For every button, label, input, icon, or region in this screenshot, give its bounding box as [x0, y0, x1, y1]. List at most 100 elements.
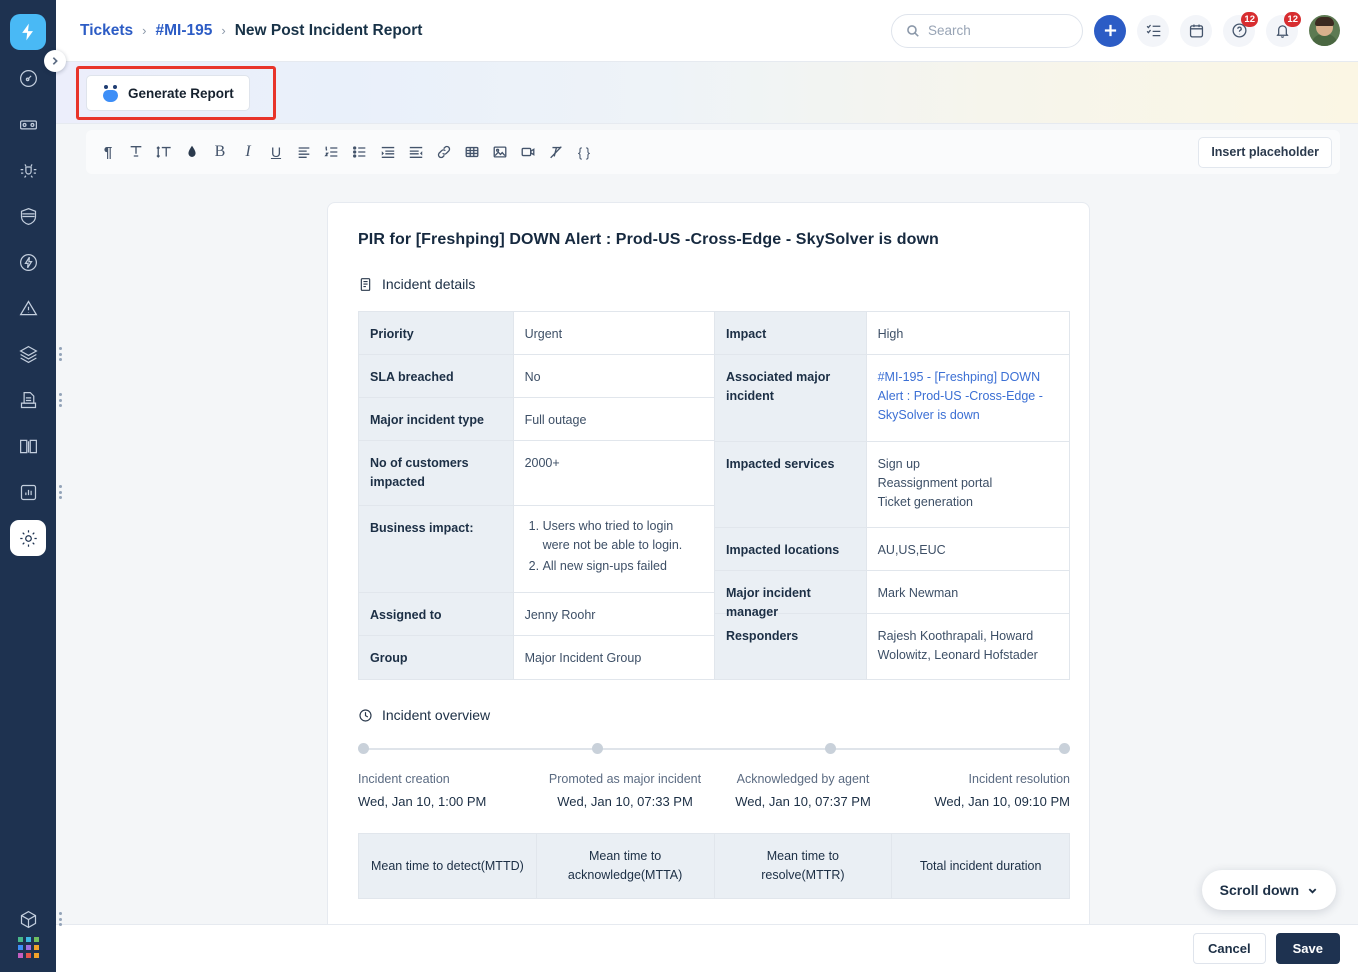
- sidebar-item-problems[interactable]: [10, 152, 46, 188]
- sidebar-item-menu-contracts[interactable]: [59, 393, 62, 407]
- outdent-button[interactable]: [402, 137, 430, 167]
- sidebar-item-menu-assets[interactable]: [59, 347, 62, 361]
- document-scroll-area[interactable]: PIR for [Freshping] DOWN Alert : Prod-US…: [56, 180, 1358, 972]
- timeline-labels: Incident creation Wed, Jan 10, 1:00 PM P…: [358, 772, 1070, 809]
- paragraph-style-button[interactable]: ¶: [94, 137, 122, 167]
- video-icon: [521, 147, 535, 157]
- timeline-event-time: Wed, Jan 10, 07:33 PM: [557, 794, 693, 809]
- font-family-icon: [130, 146, 142, 157]
- breadcrumb-separator: ›: [221, 23, 226, 38]
- avatar-hair: [1315, 17, 1334, 26]
- text-color-icon: [188, 145, 196, 157]
- metrics-header: Mean time to detect(MTTD): [359, 834, 537, 898]
- breadcrumb-tickets[interactable]: Tickets: [80, 22, 133, 40]
- add-new-button[interactable]: [1094, 14, 1126, 47]
- indent-button[interactable]: [374, 137, 402, 167]
- app-logo[interactable]: [10, 14, 46, 50]
- table-cell-value: AU,US,EUC: [866, 528, 1069, 571]
- sidebar-item-contracts[interactable]: [10, 382, 62, 418]
- shield-icon: [20, 207, 36, 225]
- underline-button[interactable]: U: [262, 137, 290, 167]
- ordered-list-icon: [324, 146, 338, 157]
- table-cell-value: Full outage: [513, 398, 714, 441]
- calendar-button[interactable]: [1180, 14, 1212, 47]
- incident-timeline: Incident creation Wed, Jan 10, 1:00 PM P…: [358, 743, 1070, 809]
- sidebar-item-tickets[interactable]: [10, 106, 46, 142]
- ticket-icon: [19, 119, 37, 129]
- bold-button[interactable]: B: [206, 137, 234, 167]
- sidebar-item-releases[interactable]: [10, 244, 46, 280]
- notifications-button[interactable]: 12: [1266, 11, 1301, 47]
- bolt-logo-icon: [22, 23, 33, 41]
- document-icon: [360, 277, 371, 291]
- text-color-button[interactable]: [178, 137, 206, 167]
- generate-report-button[interactable]: Generate Report: [86, 75, 250, 111]
- bullet-list-button[interactable]: [346, 137, 374, 167]
- help-badge: 12: [1241, 11, 1258, 27]
- notifications-badge: 12: [1284, 11, 1301, 27]
- breadcrumb-ticket-id[interactable]: #MI-195: [155, 22, 212, 40]
- sidebar-item-menu-analytics[interactable]: [59, 485, 62, 499]
- sidebar-item-solutions[interactable]: [10, 428, 46, 464]
- associated-incident-link[interactable]: #MI-195 - [Freshping] DOWN Alert : Prod-…: [878, 368, 1058, 425]
- help-button[interactable]: 12: [1223, 11, 1258, 47]
- insert-table-button[interactable]: [458, 137, 486, 167]
- search-box[interactable]: [891, 13, 1083, 48]
- section-label: Incident details: [382, 276, 476, 292]
- sidebar-item-marketplace[interactable]: [10, 901, 62, 937]
- metrics-header: Mean time to resolve(MTTR): [715, 834, 893, 898]
- italic-button[interactable]: I: [234, 137, 262, 167]
- sidebar-item-menu-marketplace[interactable]: [59, 912, 62, 926]
- align-left-button[interactable]: [290, 137, 318, 167]
- timeline-event-time: Wed, Jan 10, 07:37 PM: [735, 794, 871, 809]
- section-header-incident-details: Incident details: [358, 276, 1059, 292]
- timeline-item: Incident creation Wed, Jan 10, 1:00 PM: [358, 772, 536, 809]
- service-line: Reassignment portal: [877, 476, 993, 490]
- save-button[interactable]: Save: [1275, 933, 1340, 964]
- sidebar-item-admin[interactable]: [10, 520, 46, 556]
- insert-placeholder-button[interactable]: Insert placeholder: [1198, 136, 1332, 168]
- report-document-card: PIR for [Freshping] DOWN Alert : Prod-US…: [327, 202, 1090, 972]
- insert-link-button[interactable]: [430, 137, 458, 167]
- sidebar-item-assets[interactable]: [10, 336, 62, 372]
- bug-icon: [20, 163, 36, 178]
- sidebar-item-analytics[interactable]: [10, 474, 62, 510]
- timeline-item: Acknowledged by agent Wed, Jan 10, 07:37…: [714, 772, 892, 809]
- insert-image-button[interactable]: [486, 137, 514, 167]
- timeline-item: Incident resolution Wed, Jan 10, 09:10 P…: [892, 772, 1070, 809]
- ordered-list-button[interactable]: [318, 137, 346, 167]
- clock-icon: [359, 708, 372, 722]
- timeline-event-time: Wed, Jan 10, 09:10 PM: [934, 794, 1070, 809]
- sidebar-item-dashboard[interactable]: [10, 60, 46, 96]
- font-family-button[interactable]: [122, 137, 150, 167]
- clear-formatting-button[interactable]: [542, 137, 570, 167]
- cube-icon: [20, 910, 36, 928]
- chevron-down-icon: [1308, 887, 1317, 894]
- table-row-label: Assigned to: [359, 593, 513, 636]
- app-switcher-grid[interactable]: [17, 937, 39, 958]
- sidebar-item-alerts[interactable]: [10, 290, 46, 326]
- scroll-down-button[interactable]: Scroll down: [1201, 870, 1336, 910]
- outdent-icon: [409, 146, 423, 158]
- tasks-button[interactable]: [1137, 14, 1169, 47]
- section-label: Incident overview: [382, 707, 491, 723]
- section-header-incident-overview: Incident overview: [358, 707, 1059, 723]
- table-cell-link[interactable]: #MI-195 - [Freshping] DOWN Alert : Prod-…: [866, 355, 1069, 442]
- table-row-label: No of customers impacted: [359, 441, 513, 506]
- clear-format-icon: [550, 146, 562, 159]
- sidebar-item-changes[interactable]: [10, 198, 46, 234]
- service-line: Ticket generation: [877, 495, 974, 509]
- scroll-down-label: Scroll down: [1219, 882, 1299, 898]
- table-row-label: Associated major incident: [715, 355, 866, 442]
- cancel-button[interactable]: Cancel: [1192, 933, 1266, 964]
- avatar[interactable]: [1309, 15, 1340, 46]
- indent-icon: [381, 146, 395, 158]
- insert-video-button[interactable]: [514, 137, 542, 167]
- font-size-button[interactable]: [150, 137, 178, 167]
- list-item: Users who tried to login were not be abl…: [543, 517, 703, 555]
- expand-sidebar-button[interactable]: [44, 50, 66, 72]
- insert-code-button[interactable]: { }: [570, 137, 598, 167]
- bar-chart-icon: [20, 484, 36, 500]
- incident-details-table: Priority SLA breached Major incident typ…: [358, 311, 1070, 680]
- search-input[interactable]: [928, 23, 1058, 38]
